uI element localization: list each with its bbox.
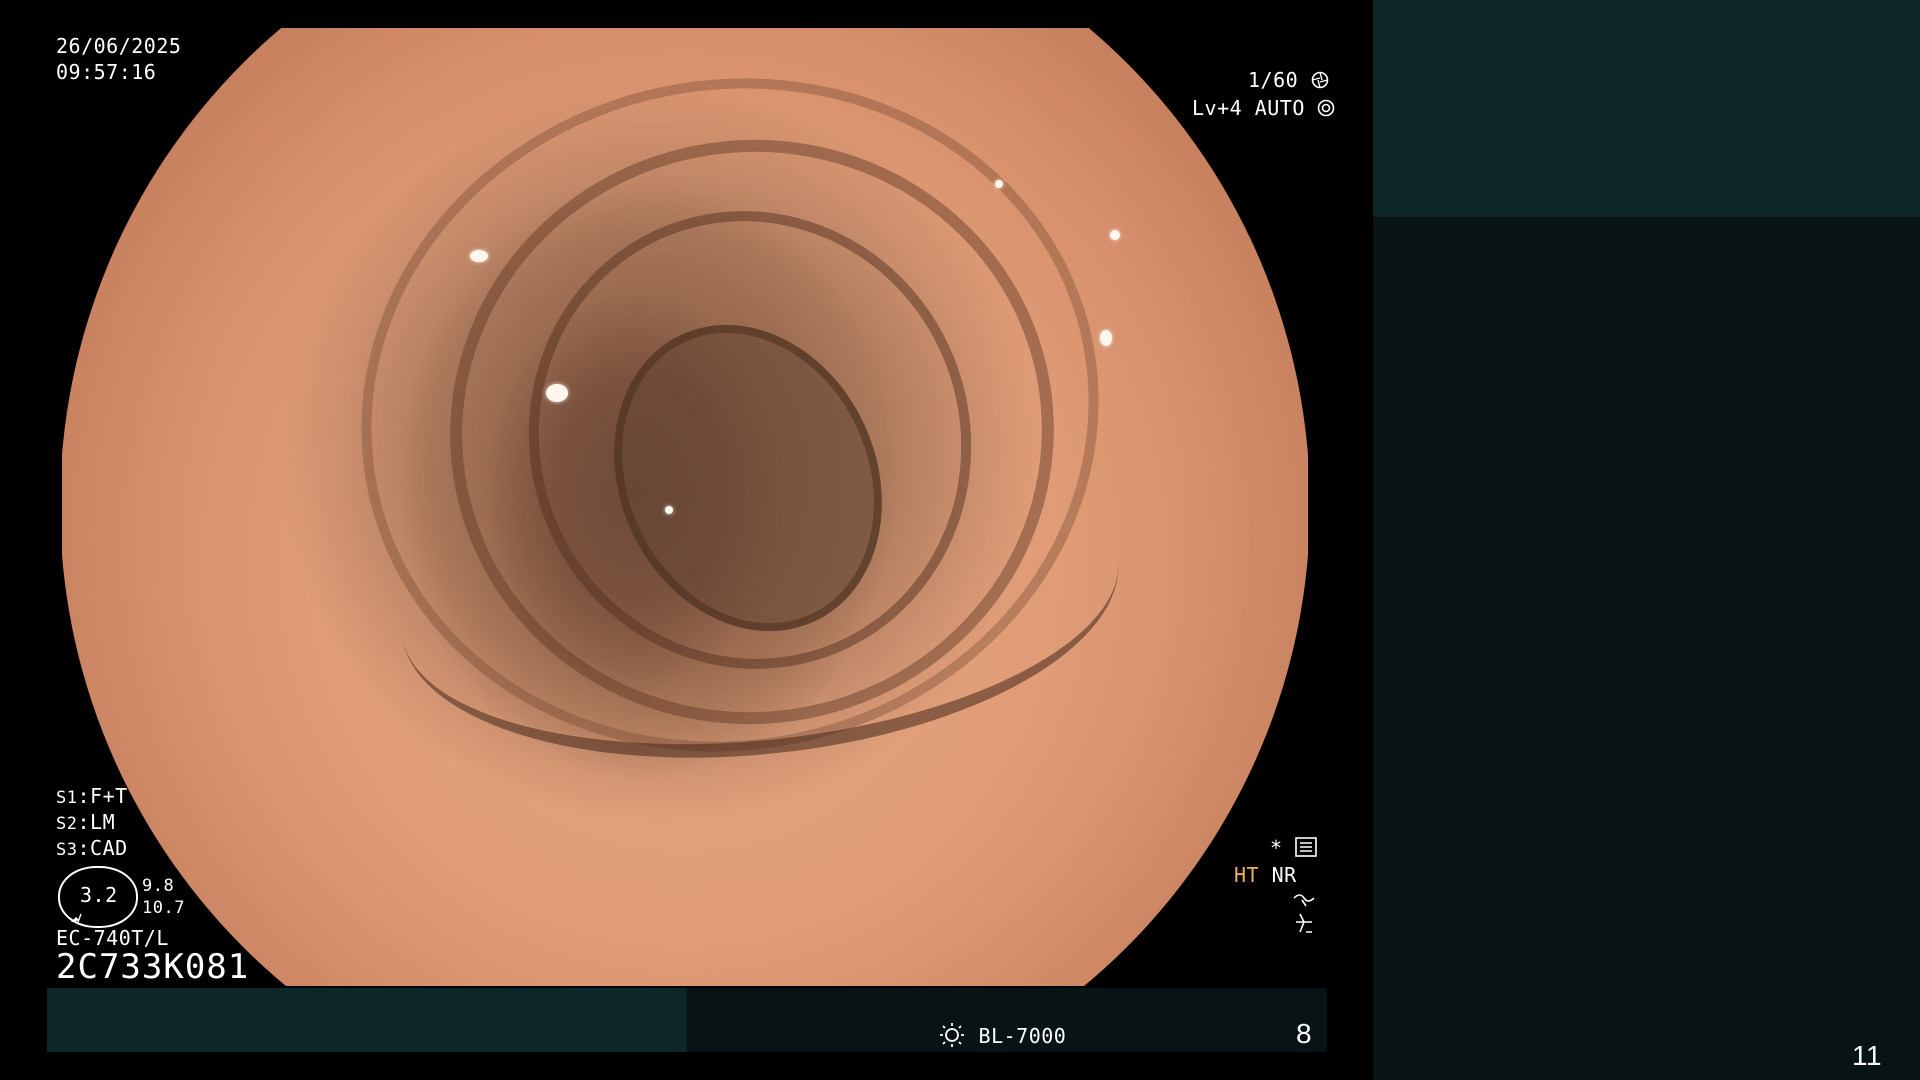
setting-value: F+T (90, 784, 128, 808)
setting-key: S2 (56, 814, 78, 834)
level-value: Lv+4 (1192, 96, 1243, 120)
setting-value: CAD (90, 836, 128, 860)
setting-key: S3 (56, 840, 78, 860)
shutter-value: 1/60 (1248, 68, 1299, 92)
setting-s2: S2:LM (56, 810, 116, 834)
scope-serial: 2C733K081 (56, 947, 250, 987)
setting-s1: S1:F+T (56, 784, 128, 808)
setting-value: LM (90, 810, 116, 834)
menu-list-icon (1295, 837, 1317, 862)
asterisk-indicator: * (1270, 836, 1317, 862)
right-panel-bottom (1373, 217, 1920, 1080)
side-value-2: 10.7 (142, 898, 185, 918)
badge-value: 3.2 (80, 883, 118, 907)
aperture-icon (1311, 70, 1329, 94)
ht-label: HT (1234, 863, 1260, 887)
zigzag-icon (1292, 912, 1316, 938)
specular-highlight (665, 506, 673, 514)
setting-key: S1 (56, 788, 78, 808)
asterisk-label: * (1270, 836, 1283, 860)
light-source: BL-7000 (938, 1022, 1066, 1053)
right-panel-top (1373, 0, 1920, 217)
endoscope-view (62, 28, 1308, 986)
iris-icon (1317, 98, 1335, 122)
specular-highlight (1110, 230, 1120, 240)
light-source-label: BL-7000 (978, 1024, 1067, 1048)
endoscope-image (62, 28, 1308, 986)
specular-highlight (1100, 330, 1112, 346)
exposure-readout: Lv+4 AUTO (1192, 96, 1335, 122)
side-value-1: 9.8 (142, 876, 175, 896)
specular-highlight (546, 384, 568, 402)
specular-highlight (995, 180, 1003, 188)
nr-label: NR (1271, 863, 1297, 887)
curve-icon (1292, 890, 1316, 912)
ht-nr-indicator: HT NR (1234, 863, 1297, 887)
shutter-readout: 1/60 (1248, 68, 1329, 94)
page-number: 11 (1852, 1040, 1883, 1071)
light-bulb-icon (938, 1022, 966, 1053)
pen-icon (70, 908, 84, 927)
date-label: 26/06/2025 (56, 34, 182, 58)
bottom-number: 8 (1296, 1018, 1313, 1049)
time-label: 09:57:16 (56, 60, 157, 84)
setting-s3: S3:CAD (56, 836, 128, 860)
exposure-mode: AUTO (1254, 96, 1305, 120)
zoom-badge: 3.2 (58, 866, 138, 928)
bottom-strip-left (47, 988, 687, 1052)
specular-highlight (470, 250, 488, 262)
